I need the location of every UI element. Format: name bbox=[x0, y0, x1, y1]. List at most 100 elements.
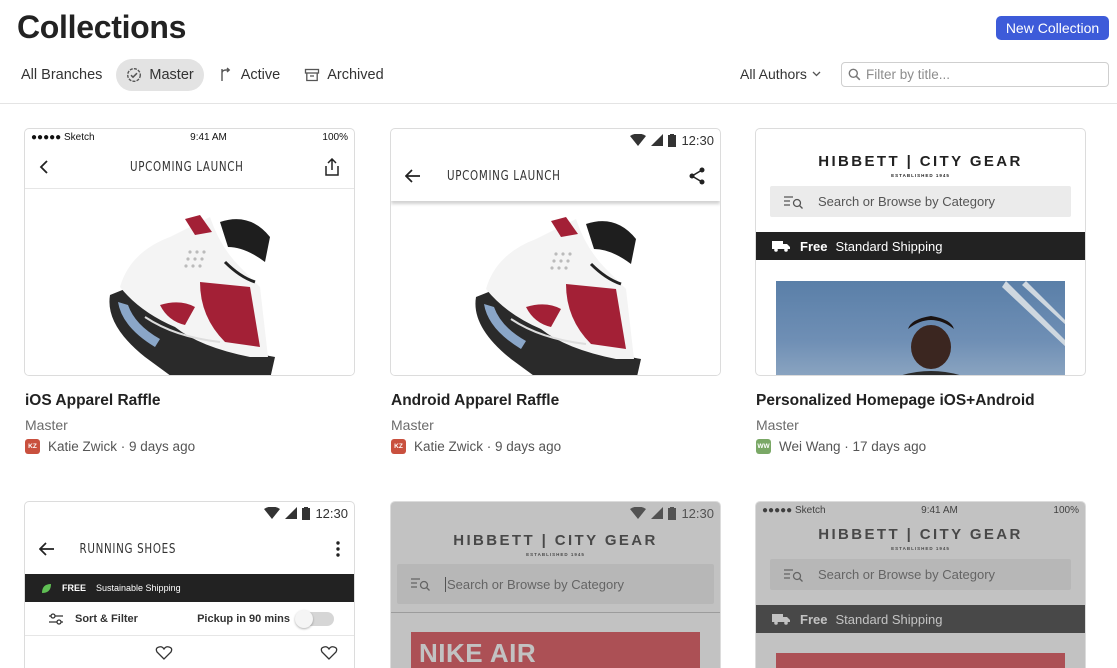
free-label: FREE bbox=[62, 583, 87, 593]
header-divider bbox=[0, 103, 1117, 104]
back-arrow-icon bbox=[39, 160, 48, 174]
nike-air-text: NIKE AIR bbox=[419, 638, 537, 668]
ios-carrier: ●●●●● Sketch bbox=[31, 132, 95, 143]
ios-time: 9:41 AM bbox=[921, 505, 958, 516]
shipping-free: Free bbox=[800, 611, 828, 627]
category-search: Search or Browse by Category bbox=[770, 186, 1071, 217]
wifi-icon bbox=[630, 507, 647, 519]
card-author: KZ Katie Zwick · 9 days ago bbox=[25, 439, 195, 454]
tab-master[interactable]: Master bbox=[116, 59, 204, 91]
nike-air-banner: NIKE AIR bbox=[411, 632, 700, 668]
card-title[interactable]: Android Apparel Raffle bbox=[391, 392, 559, 410]
card-branch: Master bbox=[756, 417, 799, 433]
category-search-text: Search or Browse by Category bbox=[818, 194, 996, 209]
hibbett-established: ESTABLISHED 1945 bbox=[526, 552, 585, 557]
more-vertical-icon bbox=[336, 541, 340, 557]
author-name: Katie Zwick bbox=[414, 439, 484, 454]
collection-thumbnail[interactable]: 12:30 HIBBETT | CITY GEAR ESTABLISHED 19… bbox=[390, 501, 721, 668]
card-author: WW Wei Wang · 17 days ago bbox=[756, 439, 927, 454]
tab-label: Archived bbox=[327, 67, 384, 83]
branch-active-icon bbox=[218, 67, 234, 83]
truck-icon bbox=[772, 241, 790, 252]
collection-thumbnail[interactable]: ●●●●● Sketch 9:41 AM 100% UPCOMING LAUNC… bbox=[24, 128, 355, 376]
signal-icon bbox=[651, 507, 664, 519]
hibbett-established: ESTABLISHED 1945 bbox=[891, 546, 950, 551]
android-status-bar: 12:30 bbox=[391, 129, 720, 151]
ios-battery: 100% bbox=[1053, 505, 1079, 516]
branch-tabs: All Branches Master Active Archived bbox=[11, 59, 398, 91]
android-time: 12:30 bbox=[681, 132, 714, 148]
product-row bbox=[25, 636, 354, 666]
back-arrow-icon bbox=[39, 542, 54, 556]
archive-icon bbox=[304, 67, 320, 83]
filter-input[interactable] bbox=[866, 67, 1101, 82]
signal-icon bbox=[651, 134, 664, 146]
tab-label: Master bbox=[149, 67, 194, 83]
tab-all-branches[interactable]: All Branches bbox=[11, 59, 112, 91]
battery-icon bbox=[668, 506, 677, 520]
truck-icon bbox=[772, 614, 790, 625]
share-icon bbox=[689, 167, 705, 185]
search-list-icon bbox=[411, 578, 430, 591]
category-search-text: Search or Browse by Category bbox=[818, 567, 996, 582]
hibbett-logo: HIBBETT | CITY GEAR bbox=[453, 532, 658, 549]
updated-time: 9 days ago bbox=[129, 439, 196, 454]
leaf-icon bbox=[42, 583, 51, 593]
android-time: 12:30 bbox=[681, 505, 714, 521]
tab-label: All Branches bbox=[21, 67, 103, 83]
hibbett-logo: HIBBETT | CITY GEAR bbox=[818, 153, 1023, 170]
card-title[interactable]: Personalized Homepage iOS+Android bbox=[756, 392, 1035, 410]
signal-icon bbox=[285, 507, 298, 519]
shipping-standard: Standard Shipping bbox=[835, 611, 943, 627]
avatar: WW bbox=[756, 439, 771, 454]
battery-icon bbox=[668, 133, 677, 147]
card-branch: Master bbox=[25, 417, 68, 433]
ios-carrier: ●●●●● Sketch bbox=[762, 505, 826, 516]
android-status-bar: 12:30 bbox=[391, 502, 720, 524]
tab-label: Active bbox=[240, 67, 281, 83]
screen-title: UPCOMING LAUNCH bbox=[129, 159, 244, 175]
new-collection-button[interactable]: New Collection bbox=[996, 16, 1109, 40]
ios-battery: 100% bbox=[322, 132, 348, 143]
hibbett-established: ESTABLISHED 1945 bbox=[891, 173, 950, 178]
collection-thumbnail[interactable]: HIBBETT | CITY GEAR ESTABLISHED 1945 Sea… bbox=[755, 128, 1086, 376]
app-bar: RUNNING SHOES bbox=[25, 524, 354, 574]
sort-filter-label: Sort & Filter bbox=[75, 612, 138, 625]
hero-photo bbox=[776, 281, 1065, 375]
pickup-label: Pickup in 90 mins bbox=[197, 612, 290, 625]
page-title: Collections bbox=[17, 9, 187, 45]
sneaker-image bbox=[25, 189, 354, 375]
avatar: KZ bbox=[391, 439, 406, 454]
collection-thumbnail[interactable]: ●●●●● Sketch 9:41 AM 100% HIBBETT | CITY… bbox=[755, 501, 1086, 668]
authors-dropdown[interactable]: All Authors bbox=[740, 66, 821, 82]
heart-icon bbox=[155, 646, 173, 660]
sustainable-text: Sustainable Shipping bbox=[96, 583, 181, 593]
avatar: KZ bbox=[25, 439, 40, 454]
collection-thumbnail[interactable]: 12:30 UPCOMING LAUNCH bbox=[390, 128, 721, 376]
filter-box bbox=[841, 62, 1109, 87]
screen-title: RUNNING SHOES bbox=[79, 541, 177, 557]
sustainable-banner: FREE Sustainable Shipping bbox=[25, 574, 354, 602]
battery-icon bbox=[302, 506, 311, 520]
category-search-text: Search or Browse by Category bbox=[445, 576, 625, 592]
nike-air-banner bbox=[776, 653, 1065, 668]
hibbett-logo: HIBBETT | CITY GEAR bbox=[818, 526, 1023, 543]
category-search: Search or Browse by Category bbox=[770, 559, 1071, 590]
sliders-icon bbox=[49, 612, 63, 625]
heart-icon bbox=[320, 646, 338, 660]
tab-active[interactable]: Active bbox=[208, 59, 291, 91]
ios-status-bar: ●●●●● Sketch 9:41 AM 100% bbox=[25, 129, 354, 146]
search-list-icon bbox=[784, 195, 803, 209]
shipping-free: Free bbox=[800, 238, 828, 254]
collection-thumbnail[interactable]: 12:30 RUNNING SHOES FREE Sustainable Shi… bbox=[24, 501, 355, 668]
sort-filter-bar: Sort & Filter Pickup in 90 mins bbox=[25, 602, 354, 636]
shipping-banner: Free Standard Shipping bbox=[756, 232, 1085, 260]
branch-check-icon bbox=[126, 67, 142, 83]
sneaker-image bbox=[391, 201, 720, 375]
tab-archived[interactable]: Archived bbox=[294, 59, 393, 91]
category-search: Search or Browse by Category bbox=[397, 564, 714, 604]
wifi-icon bbox=[264, 507, 281, 519]
card-branch: Master bbox=[391, 417, 434, 433]
chevron-down-icon bbox=[812, 71, 821, 77]
card-title[interactable]: iOS Apparel Raffle bbox=[25, 392, 161, 410]
